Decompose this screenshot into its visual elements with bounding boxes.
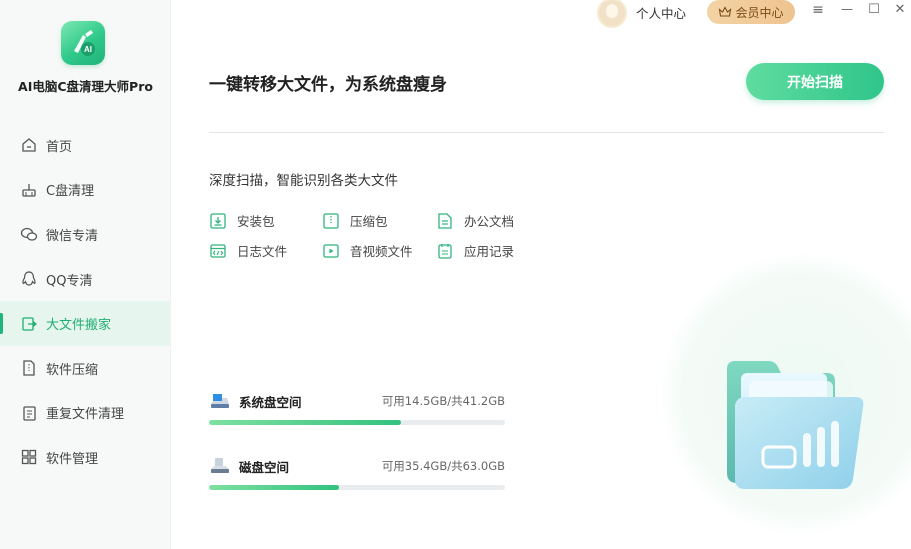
compress-icon [23, 360, 35, 376]
divider [209, 132, 884, 133]
wechat-icon [20, 228, 38, 242]
disk-icon [211, 458, 229, 473]
sidebar-item-wechat[interactable]: 微信专清 [0, 212, 171, 257]
zip-icon [323, 212, 339, 229]
sidebar-item-label: 重复文件清理 [46, 407, 125, 423]
file-type-office-doc: 办公文档 [436, 211, 514, 230]
avatar[interactable] [597, 0, 627, 28]
file-type-label: 压缩包 [350, 214, 388, 229]
sidebar-item-software-compress[interactable]: 软件压缩 [0, 346, 171, 391]
file-type-label: 安装包 [237, 214, 275, 229]
app-record-icon [438, 243, 452, 259]
sidebar-item-software-manage[interactable]: 软件管理 [0, 435, 171, 480]
sidebar-item-home[interactable]: 首页 [0, 123, 171, 168]
folder-illustration-icon [727, 361, 864, 489]
file-type-label: 音视频文件 [350, 244, 413, 259]
sidebar-item-label: 软件管理 [46, 451, 99, 467]
file-type-label: 办公文档 [464, 214, 515, 229]
logo-text: AI [84, 45, 92, 54]
page-title: 一键转移大文件，为系统盘瘦身 [209, 75, 447, 95]
file-type-zip: 压缩包 [322, 211, 388, 230]
sidebar: AI AI电脑C盘清理大师Pro 首页 C盘清理 微信专清 QQ专清 大文件搬家… [0, 0, 171, 549]
crown-icon [719, 6, 732, 17]
move-file-icon [22, 317, 38, 331]
disk-free-text: 可用35.4GB/共63.0GB [381, 459, 505, 473]
close-icon[interactable]: ✕ [892, 2, 908, 17]
menu-icon[interactable]: ≡ [810, 2, 826, 18]
file-type-app-record: 应用记录 [436, 241, 514, 260]
disk-free-text: 可用14.5GB/共41.2GB [381, 394, 505, 408]
sidebar-item-qq[interactable]: QQ专清 [0, 257, 171, 302]
disk-name: 磁盘空间 [239, 459, 290, 475]
sidebar-item-label: 微信专清 [46, 228, 99, 244]
file-type-label: 日志文件 [237, 244, 288, 259]
disk-name: 系统盘空间 [239, 394, 302, 410]
file-type-label: 应用记录 [464, 244, 515, 259]
broom-icon [22, 183, 36, 197]
sidebar-item-label: 大文件搬家 [46, 318, 112, 334]
start-scan-button[interactable]: 开始扫描 [746, 63, 884, 100]
home-icon [22, 138, 36, 152]
disk-usage-bar [209, 420, 505, 425]
app-grid-icon [21, 450, 37, 465]
scan-description: 深度扫描，智能识别各类大文件 [209, 173, 398, 189]
user-center-link[interactable]: 个人中心 [636, 3, 686, 22]
system-disk-icon [211, 394, 229, 408]
minimize-icon[interactable]: — [839, 2, 855, 16]
log-file-icon [210, 243, 226, 258]
sidebar-item-label: C盘清理 [46, 184, 95, 200]
document-icon [438, 212, 452, 229]
system-disk-usage: 系统盘空间 可用14.5GB/共41.2GB [209, 392, 505, 425]
sidebar-nav: 首页 C盘清理 微信专清 QQ专清 大文件搬家 软件压缩 重复文件清理 软件管理 [0, 123, 171, 480]
file-type-media: 音视频文件 [322, 241, 413, 260]
file-type-log: 日志文件 [209, 241, 287, 260]
file-type-install-package: 安装包 [209, 211, 275, 230]
vip-center-button[interactable]: 会员中心 [707, 0, 795, 24]
vip-label: 会员中心 [735, 5, 784, 20]
disk-usage-fill [209, 485, 339, 490]
sidebar-item-label: 软件压缩 [46, 362, 99, 378]
install-package-icon [210, 212, 226, 229]
maximize-icon[interactable]: ☐ [866, 2, 882, 17]
disk-usage-fill [209, 420, 401, 425]
app-name: AI电脑C盘清理大师Pro [18, 79, 153, 94]
sidebar-item-c-clean[interactable]: C盘清理 [0, 168, 171, 213]
disk-usage-bar [209, 485, 505, 490]
app-logo-icon: AI [61, 21, 105, 65]
media-file-icon [323, 243, 339, 258]
qq-icon [22, 271, 36, 286]
disk-usage: 磁盘空间 可用35.4GB/共63.0GB [209, 457, 505, 490]
sidebar-item-large-file-move[interactable]: 大文件搬家 [0, 301, 171, 346]
sidebar-item-label: QQ专清 [46, 273, 93, 289]
sidebar-item-label: 首页 [46, 139, 73, 155]
sidebar-item-duplicate-clean[interactable]: 重复文件清理 [0, 391, 171, 436]
duplicate-file-icon [23, 406, 36, 421]
